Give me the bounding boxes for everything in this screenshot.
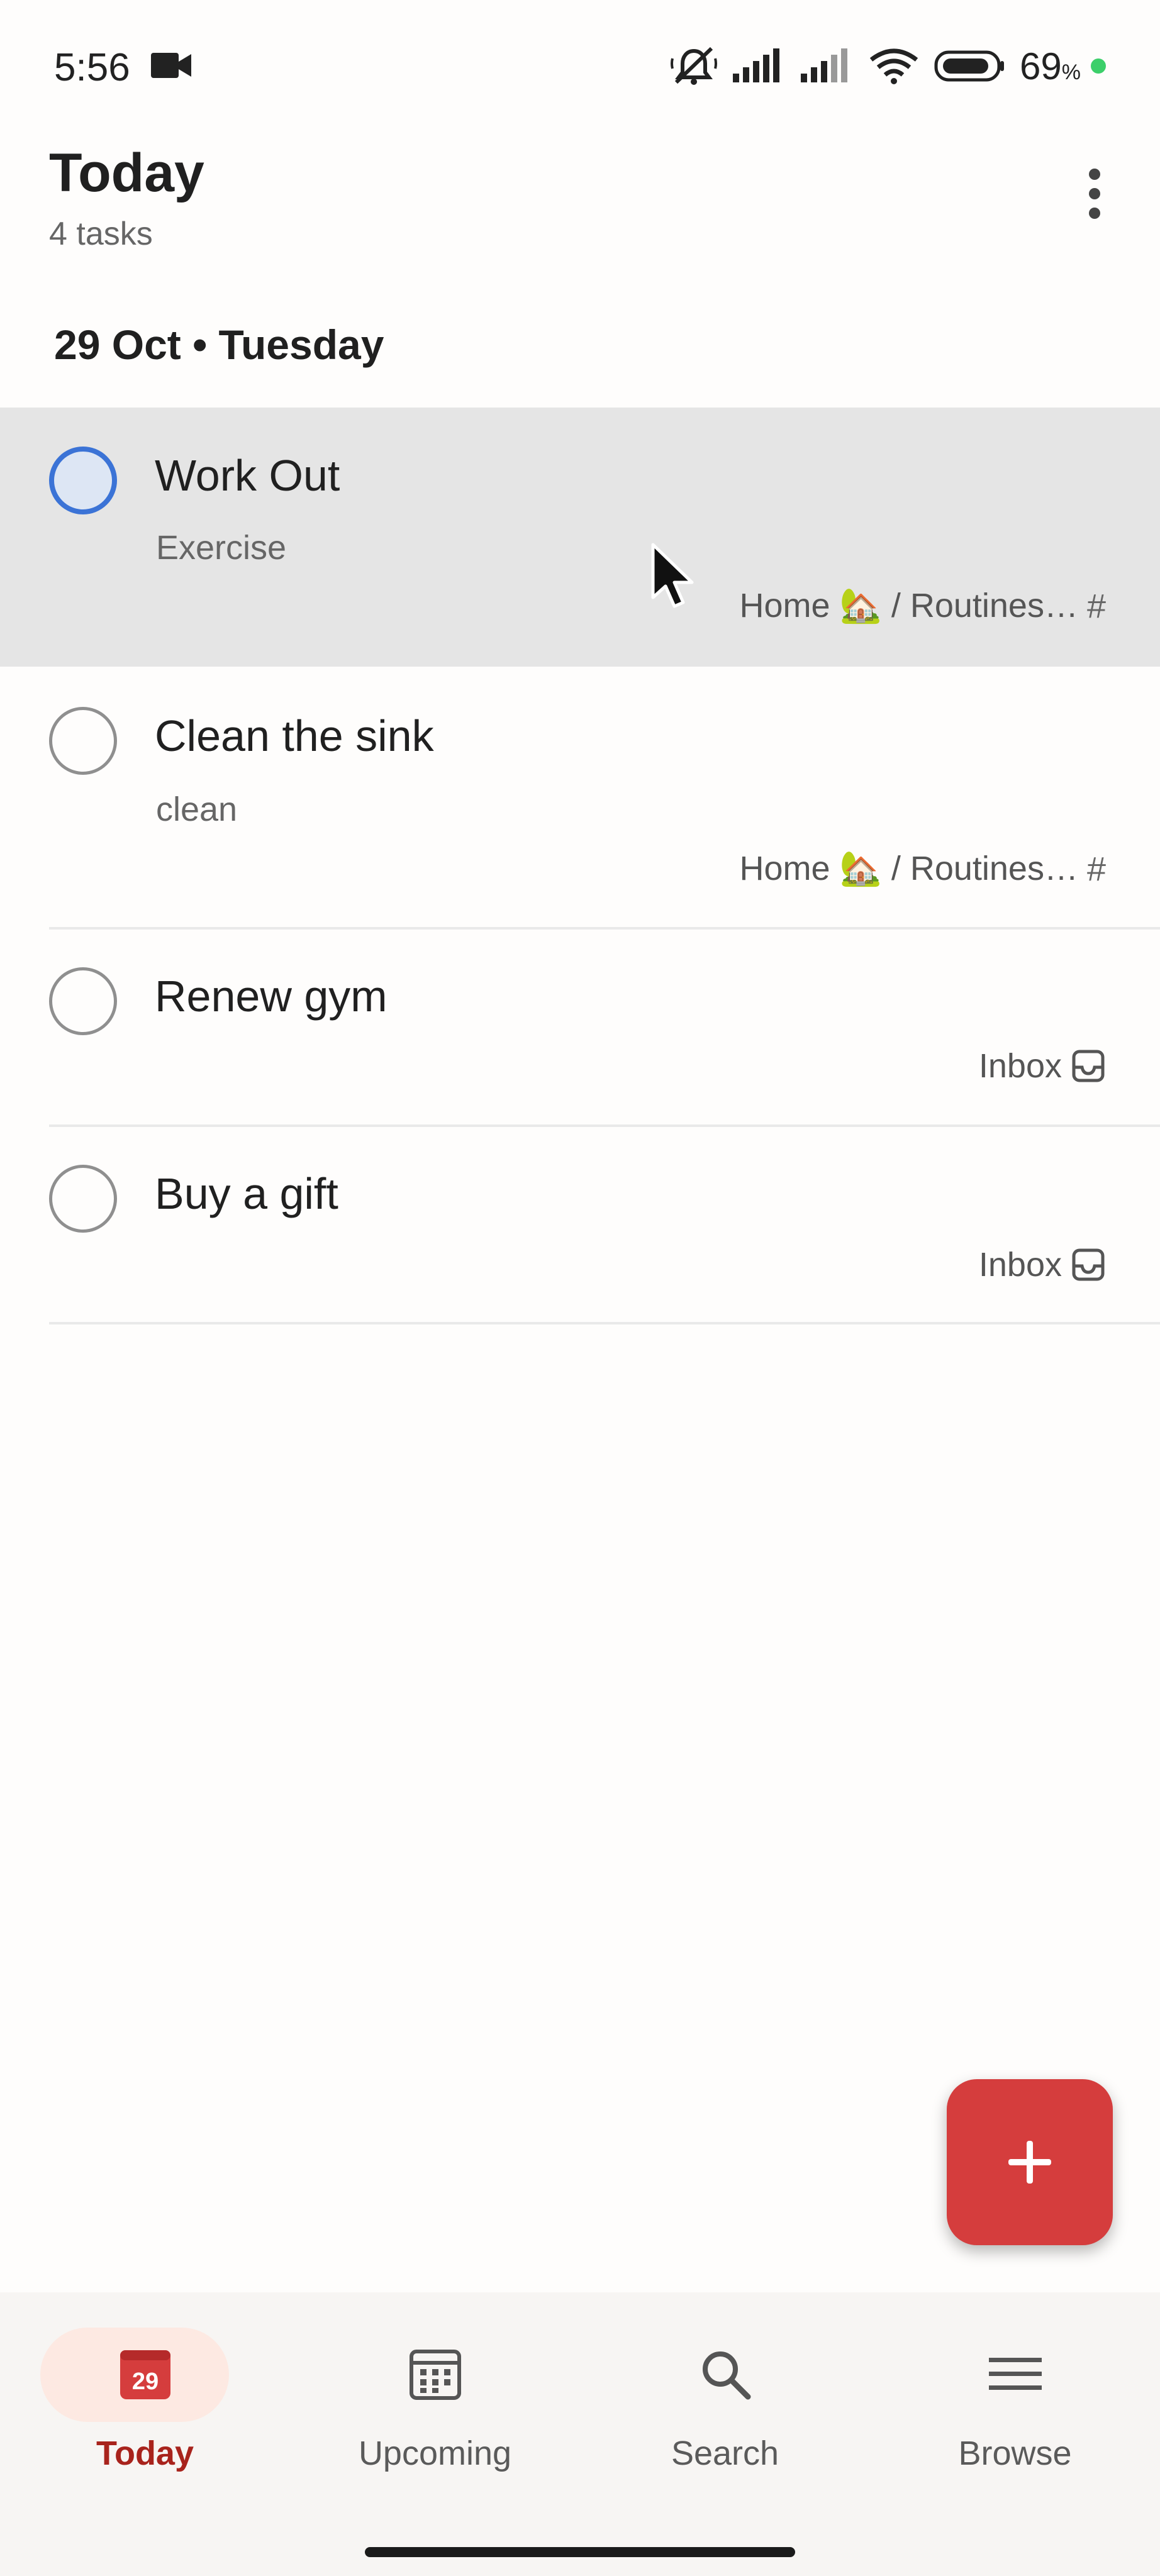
task-name: Work Out xyxy=(155,451,340,500)
hash-icon: # xyxy=(1086,850,1106,888)
status-bar: 5:56 69% xyxy=(0,0,1160,132)
more-vertical-icon xyxy=(1089,169,1100,180)
signal-icon xyxy=(733,48,780,82)
task-checkbox[interactable] xyxy=(49,707,117,775)
page-title: Today xyxy=(49,143,204,203)
nav-search[interactable]: Search xyxy=(580,2292,870,2481)
mouse-cursor-icon xyxy=(651,543,694,608)
task-checkbox[interactable] xyxy=(49,967,117,1035)
task-row[interactable]: Buy a gift Inbox xyxy=(0,1127,1160,1323)
wifi-icon xyxy=(869,48,918,84)
signal-icon xyxy=(801,48,848,82)
more-options-button[interactable] xyxy=(1069,164,1120,224)
project-label: Inbox xyxy=(978,1246,1062,1284)
plus-icon xyxy=(1008,2141,1051,2184)
calendar-today-icon: 29 xyxy=(114,2343,177,2406)
task-divider xyxy=(49,1322,1160,1324)
task-name: Clean the sink xyxy=(155,711,434,760)
home-indicator[interactable] xyxy=(365,2547,795,2557)
task-count: 4 tasks xyxy=(49,216,153,252)
battery-percent: 69% xyxy=(1020,45,1081,87)
task-row[interactable]: Renew gym Inbox xyxy=(0,930,1160,1126)
battery-icon xyxy=(934,50,1005,82)
mute-icon xyxy=(671,47,718,85)
nav-label: Upcoming xyxy=(358,2434,512,2472)
nav-today[interactable]: 29 Today xyxy=(0,2292,290,2481)
svg-text:29: 29 xyxy=(131,2368,158,2395)
inbox-icon xyxy=(1072,1050,1105,1082)
task-project[interactable]: Inbox xyxy=(979,1245,1106,1284)
nav-browse[interactable]: Browse xyxy=(870,2292,1160,2481)
calendar-grid-icon xyxy=(404,2343,467,2406)
date-section-heading: 29 Oct • Tuesday xyxy=(54,321,384,368)
task-name: Buy a gift xyxy=(155,1169,338,1218)
project-label: Home 🏡 / Routines… xyxy=(739,587,1078,625)
nav-label: Today xyxy=(96,2434,194,2472)
project-label: Home 🏡 / Routines… xyxy=(739,850,1078,887)
task-project[interactable]: Home 🏡 / Routines… # xyxy=(740,849,1106,889)
nav-label: Browse xyxy=(958,2434,1072,2472)
nav-label: Search xyxy=(671,2434,779,2472)
task-row[interactable]: Work Out Exercise Home 🏡 / Routines… # xyxy=(0,408,1160,667)
project-label: Inbox xyxy=(978,1047,1062,1085)
status-time: 5:56 xyxy=(54,46,130,89)
task-checkbox[interactable] xyxy=(49,447,117,514)
hash-icon: # xyxy=(1086,587,1106,625)
search-icon xyxy=(694,2343,757,2406)
task-checkbox[interactable] xyxy=(49,1165,117,1233)
inbox-icon xyxy=(1072,1248,1105,1281)
task-description: Exercise xyxy=(156,529,287,567)
privacy-indicator-dot xyxy=(1091,58,1106,74)
task-project[interactable]: Home 🏡 / Routines… # xyxy=(740,586,1106,626)
task-row[interactable]: Clean the sink clean Home 🏡 / Routines… … xyxy=(0,667,1160,927)
task-name: Renew gym xyxy=(155,972,388,1021)
menu-icon xyxy=(984,2343,1047,2406)
video-camera-icon xyxy=(151,53,191,78)
add-task-button[interactable] xyxy=(947,2079,1113,2245)
nav-upcoming[interactable]: Upcoming xyxy=(290,2292,580,2481)
task-description: clean xyxy=(156,791,238,828)
task-project[interactable]: Inbox xyxy=(979,1046,1106,1085)
bottom-navigation: 29 Today Upcoming Search Browse xyxy=(0,2292,1160,2576)
